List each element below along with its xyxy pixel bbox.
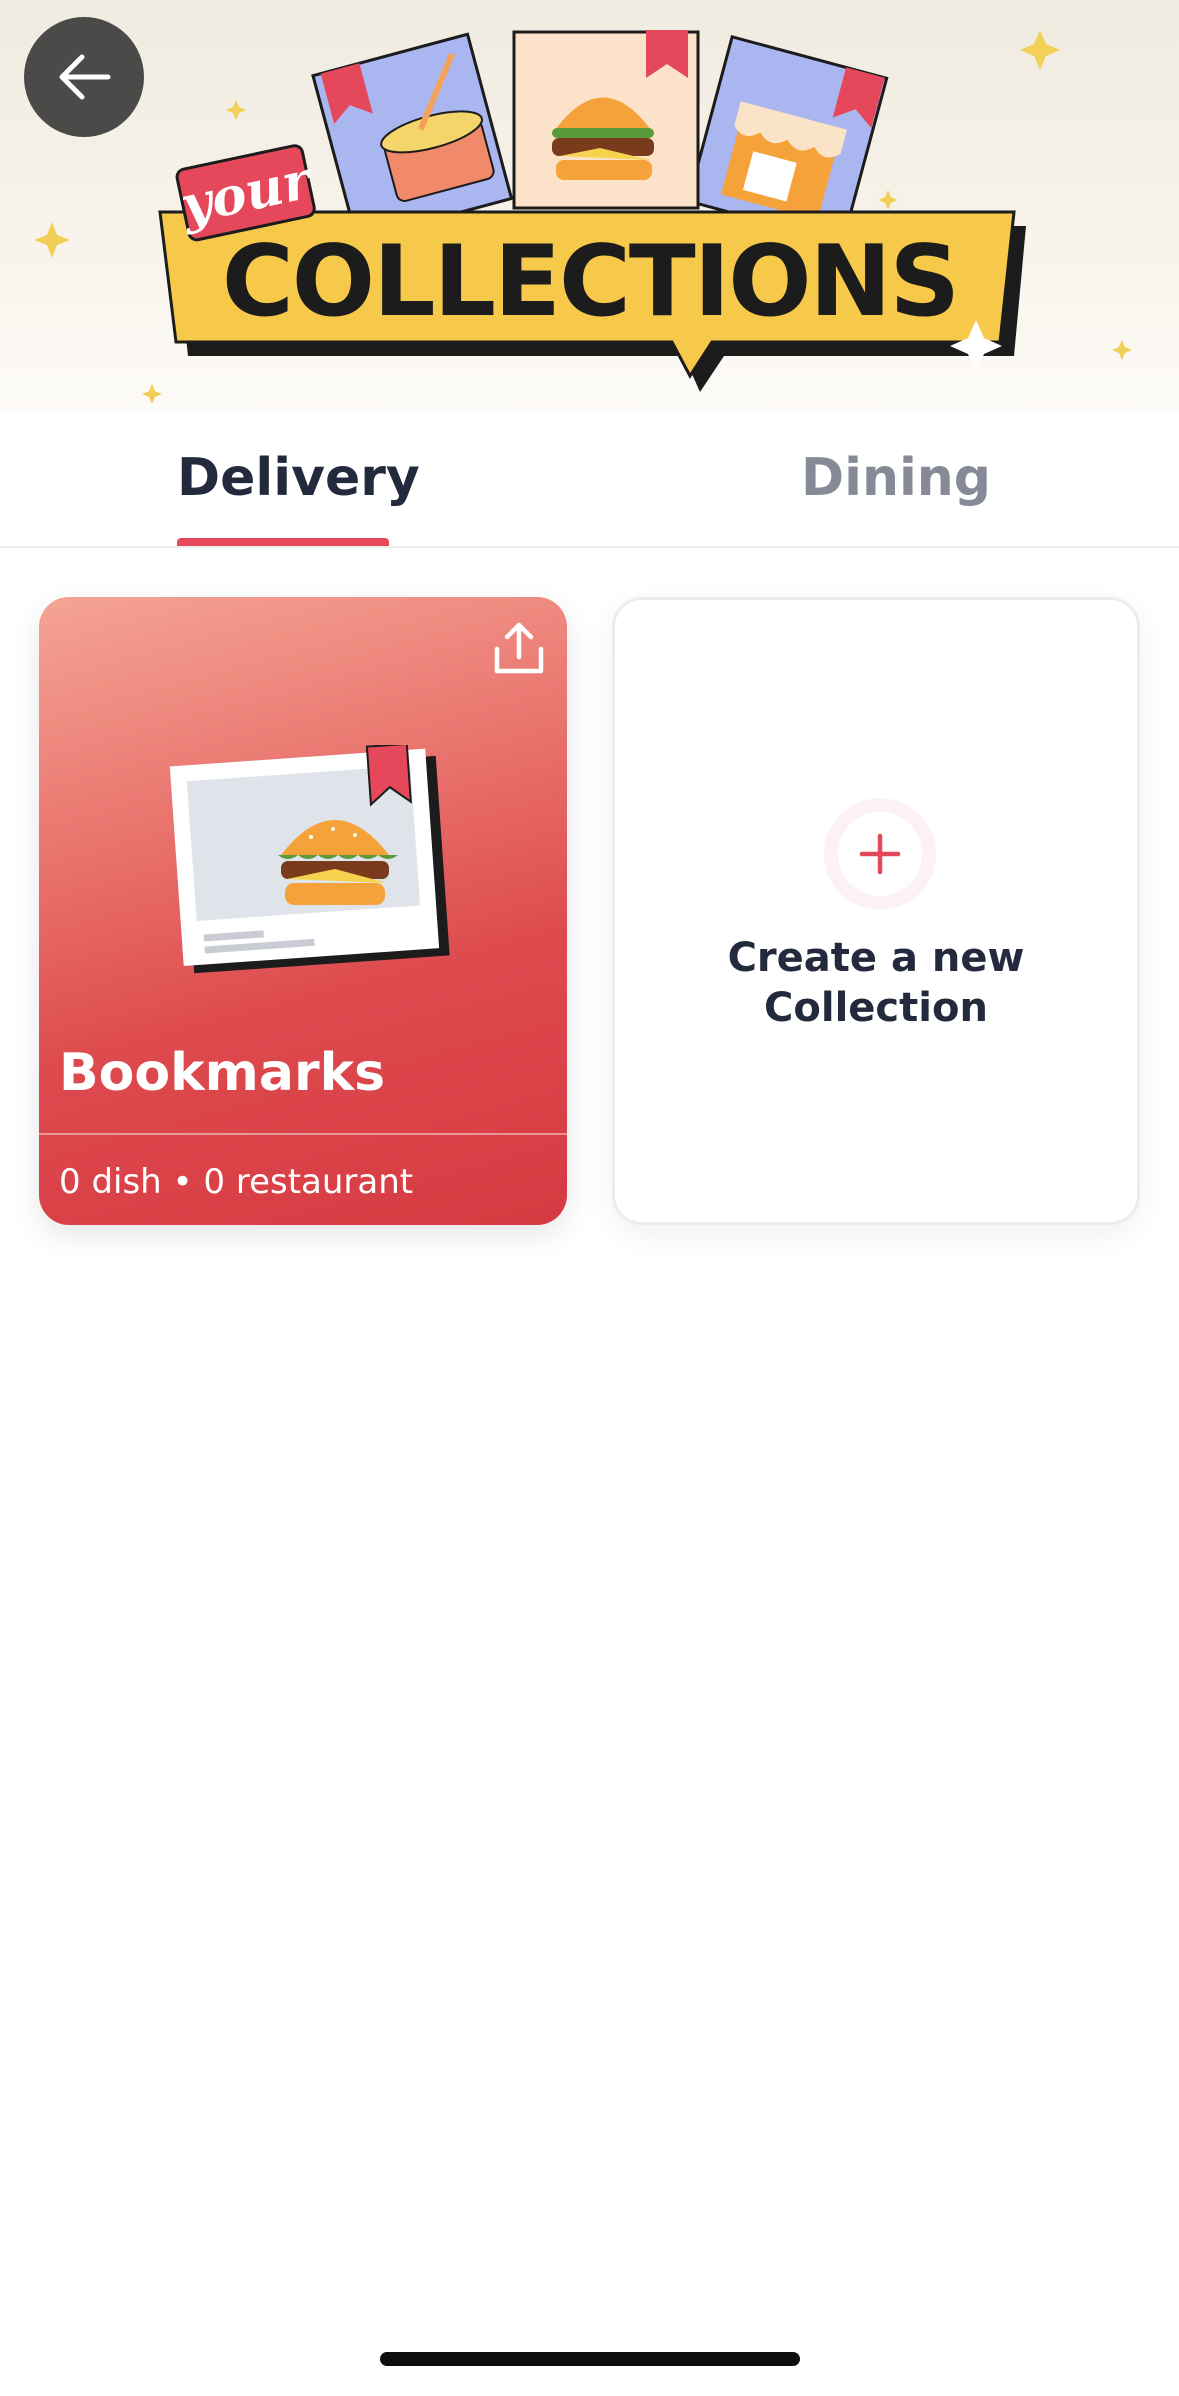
share-upload-icon [494,622,544,674]
create-collection-icon-wrap [824,798,936,910]
collection-item-count: 0 dish • 0 restaurant [59,1162,414,1202]
bookmarks-collection-card[interactable]: Bookmarks 0 dish • 0 restaurant [39,597,567,1225]
active-tab-indicator [177,538,389,546]
create-collection-label-line2: Collection [764,985,988,1031]
card-divider [39,1133,567,1135]
burger-card-illustration [512,30,700,210]
collection-title: Bookmarks [59,1043,386,1103]
noodles-card-illustration [311,32,514,242]
bookmark-photo-illustration [169,745,450,974]
collections-banner-illustration: COLLECTIONS your [34,30,1132,404]
create-collection-label-line1: Create a new [727,935,1025,981]
arrow-left-icon [59,54,111,100]
create-collection-card[interactable]: Create a new Collection [612,597,1140,1225]
banner-title-text: COLLECTIONS [222,225,958,339]
plus-icon [859,833,901,875]
share-button[interactable] [491,619,547,679]
home-indicator [380,2352,800,2366]
tab-delivery[interactable]: Delivery [177,448,420,546]
collection-tabs: Delivery Dining [0,412,1179,548]
tab-dining[interactable]: Dining [780,448,1012,546]
create-collection-label: Create a new Collection [615,933,1137,1033]
back-button[interactable] [24,17,144,137]
collections-hero-banner: COLLECTIONS your [0,0,1179,412]
